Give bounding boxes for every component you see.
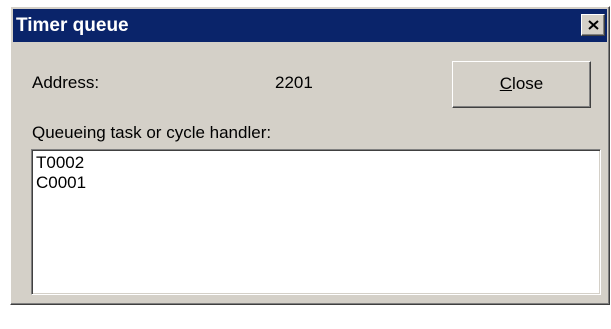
close-icon: [588, 20, 599, 30]
queue-label: Queueing task or cycle handler:: [32, 123, 272, 142]
timer-queue-dialog: Timer queue Address: 2201 Close Queueing…: [10, 6, 610, 305]
list-item[interactable]: T0002: [36, 153, 600, 173]
window-title: Timer queue: [16, 15, 129, 36]
list-item[interactable]: C0001: [36, 173, 600, 193]
close-button-accelerator: C: [499, 74, 513, 93]
title-close-button[interactable]: [581, 14, 605, 36]
close-button[interactable]: Close: [452, 61, 591, 108]
queue-listbox[interactable]: T0002 C0001: [31, 149, 601, 295]
address-label: Address:: [32, 73, 100, 92]
address-value: 2201: [275, 73, 313, 92]
title-bar[interactable]: Timer queue: [13, 9, 607, 42]
close-button-label: lose: [512, 74, 544, 93]
